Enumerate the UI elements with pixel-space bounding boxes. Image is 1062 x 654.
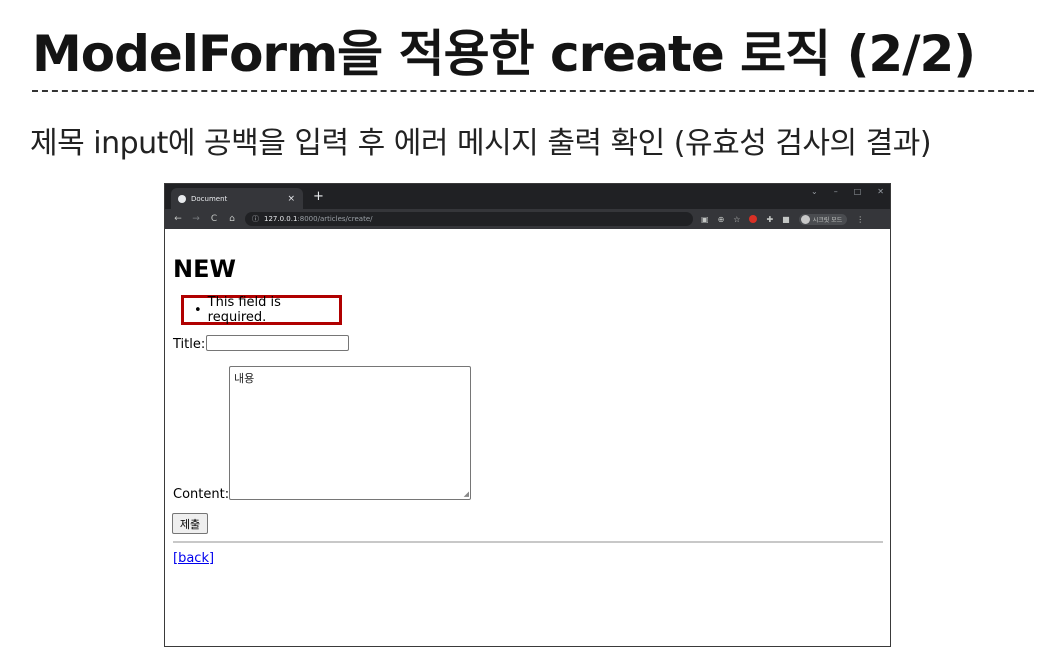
- home-icon[interactable]: ⌂: [227, 214, 237, 224]
- error-message: This field is required.: [207, 295, 281, 325]
- browser-toolbar: ← → C ⌂ ⓘ 127.0.0.1 :8000/articles/creat…: [165, 209, 890, 229]
- error-list: • This field is required.: [181, 295, 342, 325]
- incognito-icon: [800, 214, 810, 224]
- zoom-icon[interactable]: ⊕: [718, 215, 725, 224]
- toolbar-icons: ▣ ⊕ ☆ ✚ ■ 시크릿 모드 ⋮: [701, 213, 864, 225]
- minimize-icon[interactable]: –: [834, 187, 838, 196]
- bookmark-star-icon[interactable]: ☆: [733, 215, 740, 224]
- info-icon[interactable]: ⓘ: [252, 214, 259, 224]
- tab-document[interactable]: Document ×: [171, 188, 303, 209]
- horizontal-rule: [173, 541, 883, 543]
- back-icon[interactable]: ←: [173, 214, 183, 224]
- maximize-icon[interactable]: □: [854, 187, 862, 196]
- tab-bar: Document × + ⌄ – □ ✕: [165, 184, 890, 209]
- title-label: Title:: [173, 337, 206, 352]
- bullet-icon: •: [194, 302, 202, 318]
- close-window-icon[interactable]: ✕: [877, 187, 884, 196]
- window-controls: ⌄ – □ ✕: [811, 187, 884, 196]
- dashed-divider: [32, 90, 1034, 92]
- content-label: Content:: [173, 487, 230, 502]
- back-link[interactable]: [back]: [173, 551, 214, 566]
- forward-icon[interactable]: →: [191, 214, 201, 224]
- browser-window: Document × + ⌄ – □ ✕ ← → C ⌂ ⓘ 127.0.0.1…: [164, 183, 891, 647]
- tab-search-icon[interactable]: ⌄: [811, 187, 818, 196]
- url-path: :8000/articles/create/: [297, 215, 373, 223]
- reload-icon[interactable]: C: [209, 214, 219, 224]
- content-textarea[interactable]: 내용 ◢: [229, 366, 471, 500]
- globe-icon: [178, 194, 186, 203]
- side-panel-icon[interactable]: ■: [782, 215, 790, 224]
- translate-icon[interactable]: ▣: [701, 215, 709, 224]
- new-tab-button[interactable]: +: [313, 189, 324, 204]
- slide-subtitle: 제목 input에 공백을 입력 후 에러 메시지 출력 확인 (유효성 검사의…: [30, 126, 932, 161]
- page-heading: NEW: [173, 255, 236, 283]
- content-value: 내용: [234, 372, 255, 385]
- extension-icon[interactable]: [749, 215, 758, 223]
- resize-handle-icon[interactable]: ◢: [464, 490, 469, 498]
- submit-button[interactable]: 제출: [172, 513, 208, 534]
- menu-icon[interactable]: ⋮: [856, 215, 864, 224]
- extensions-puzzle-icon[interactable]: ✚: [766, 215, 773, 224]
- profile-label: 시크릿 모드: [812, 216, 843, 224]
- close-tab-icon[interactable]: ×: [287, 194, 295, 204]
- slide-title: ModelForm을 적용한 create 로직 (2/2): [32, 25, 976, 83]
- incognito-profile[interactable]: 시크릿 모드: [798, 213, 848, 225]
- tab-title: Document: [191, 194, 228, 203]
- address-bar[interactable]: ⓘ 127.0.0.1 :8000/articles/create/: [245, 212, 693, 226]
- url-host: 127.0.0.1: [264, 215, 298, 223]
- title-input[interactable]: [206, 335, 349, 351]
